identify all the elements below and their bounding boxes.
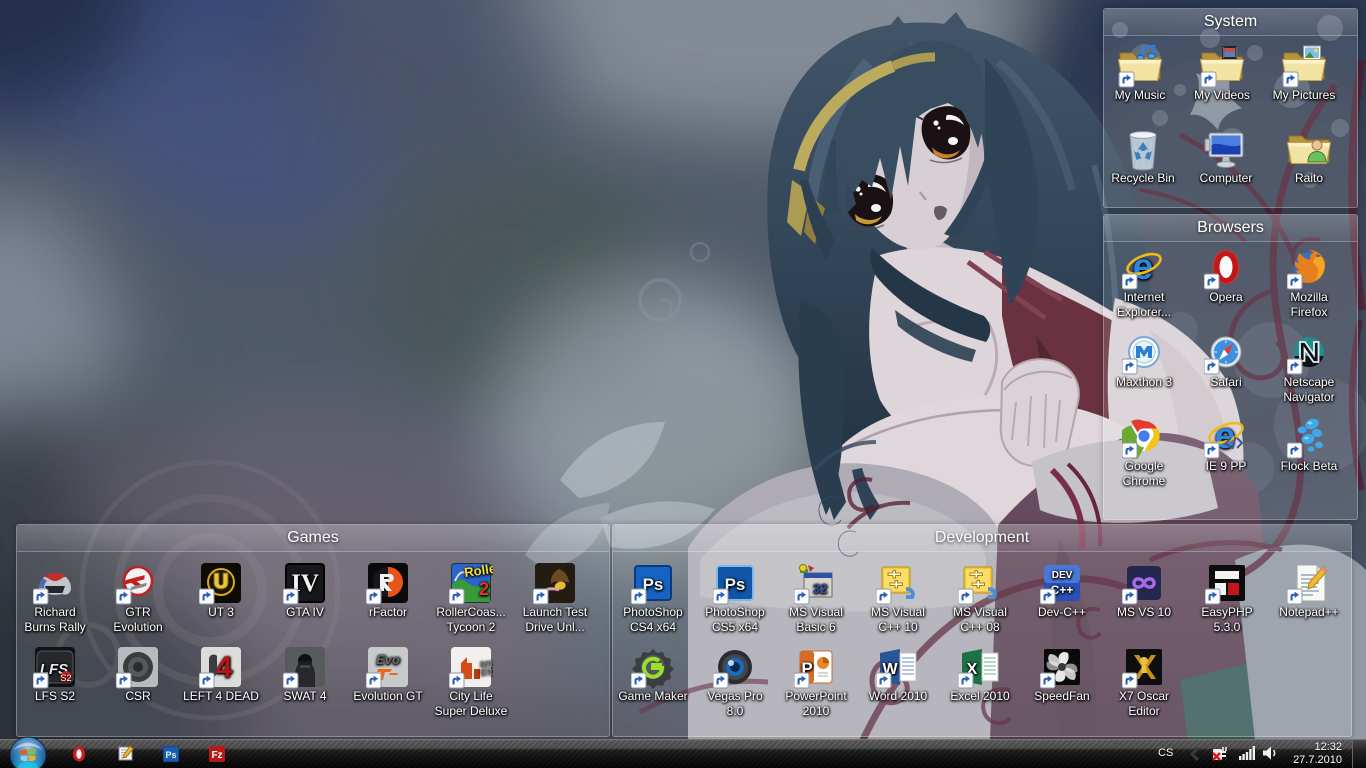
svg-text:Evo: Evo [376,652,400,667]
svg-text:S2: S2 [60,673,71,683]
svg-text:32: 32 [813,581,827,596]
svg-text:Fz: Fz [211,750,222,761]
svg-text:Ps: Ps [165,750,176,760]
svg-text:DEV: DEV [1052,570,1073,581]
svg-text:4: 4 [216,651,233,684]
svg-text:STO: STO [480,668,493,677]
svg-text:2: 2 [479,579,489,599]
